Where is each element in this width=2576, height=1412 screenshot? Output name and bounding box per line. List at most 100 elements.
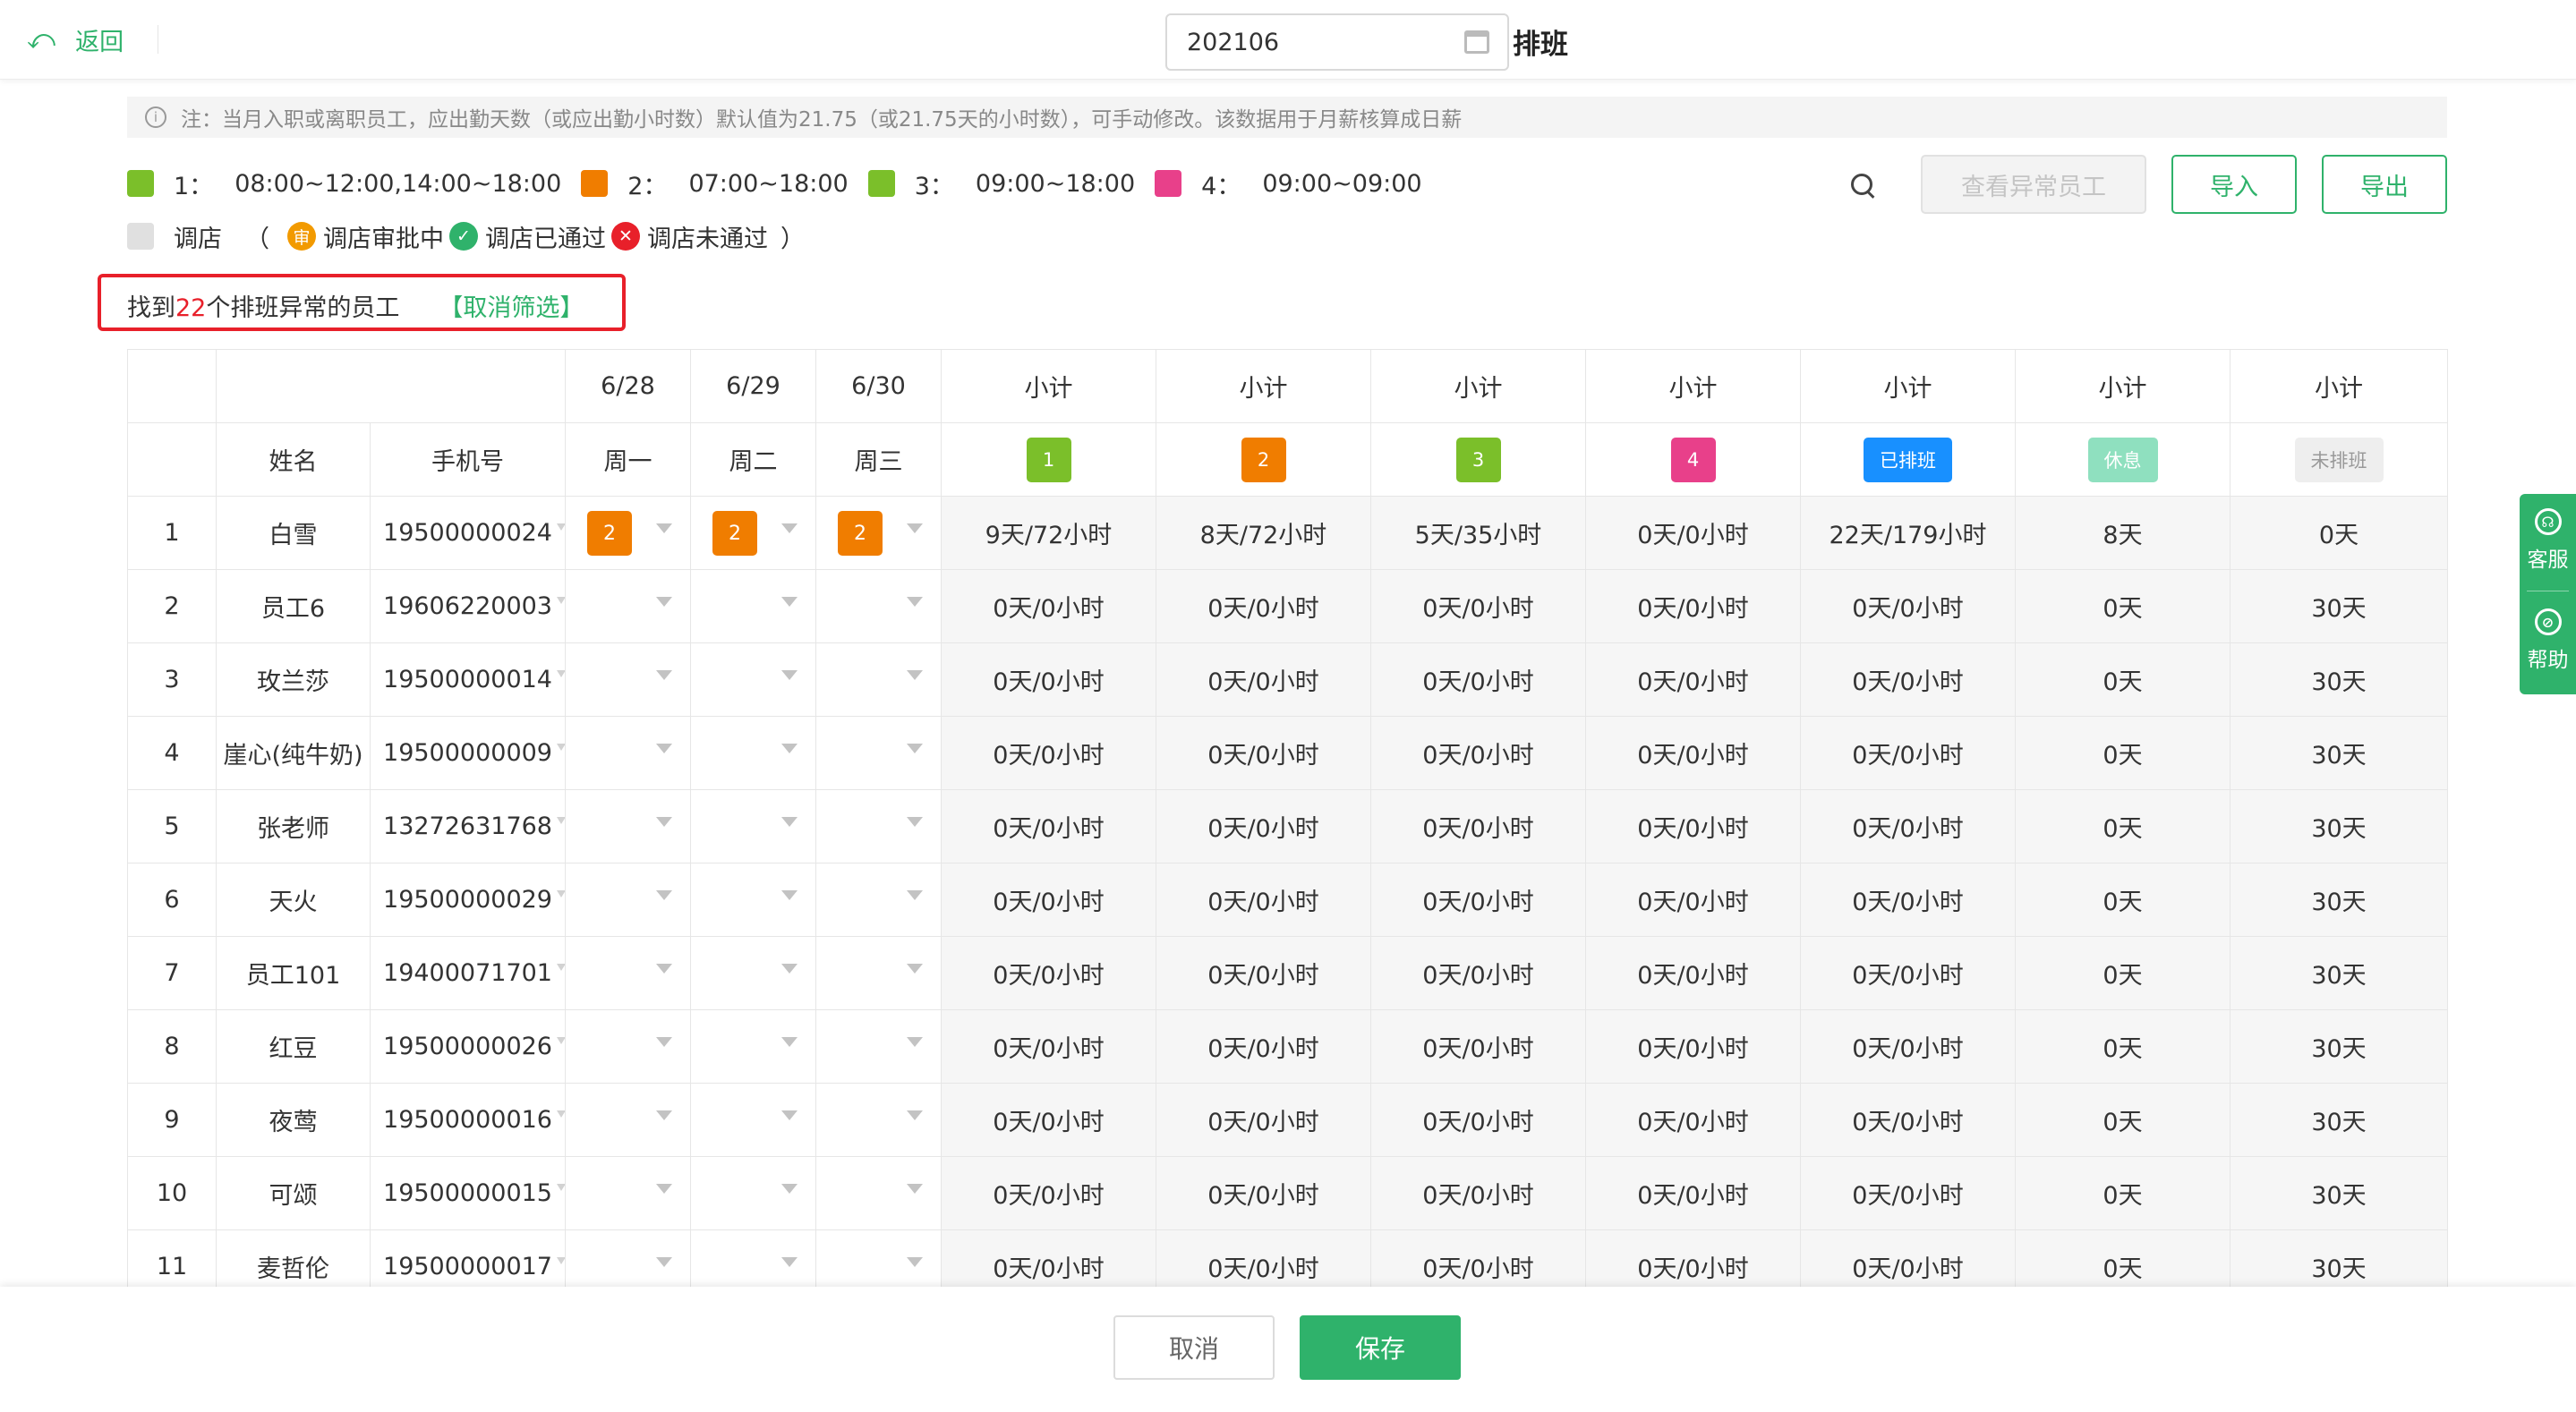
chevron-down-icon [907,817,923,827]
subtotal-shift-2: 0天/0小时 [1156,863,1371,937]
shift-dropdown[interactable]: 2 [565,496,691,570]
header-badge-cell: 已排班 [1800,422,2016,497]
table-row: 8 红豆 19500000026 0天/0小时 0天/0小时 0天/0小时 0天/0小时 0天… [127,1009,2448,1084]
subtotal-shift-2: 8天/72小时 [1156,496,1371,570]
row-number: 6 [127,863,217,937]
subtotal-shift-4: 0天/0小时 [1585,863,1801,937]
header-subtotal: 小计 [1585,349,1801,423]
subtotal-shift-2: 0天/0小时 [1156,1156,1371,1230]
legend-shift-time: 09:00~18:00 [975,169,1136,198]
shift-dropdown[interactable] [815,863,942,937]
shift-dropdown[interactable] [815,1156,942,1230]
shift-dropdown[interactable] [815,936,942,1010]
shift-badge[interactable]: 已排班 [1864,437,1952,482]
save-button[interactable]: 保存 [1300,1315,1461,1380]
shift-badge[interactable]: 4 [1670,437,1716,482]
subtotal-shift-2: 0天/0小时 [1156,642,1371,717]
chevron-down-icon [656,597,672,607]
legend-swatch [127,170,154,197]
subtotal-shift-3: 5天/35小时 [1370,496,1586,570]
export-button[interactable]: 导出 [2322,155,2447,214]
shift-dropdown[interactable] [565,716,691,790]
subtotal-unscheduled: 30天 [2230,569,2448,643]
caret-icon [557,1037,565,1044]
shift-dropdown[interactable] [690,716,816,790]
filter-prefix: 找到 [127,294,175,322]
shift-dropdown[interactable] [815,789,942,863]
shift-dropdown[interactable] [565,863,691,937]
shift-dropdown[interactable] [565,1156,691,1230]
view-abnormal-button[interactable]: 查看异常员工 [1921,155,2146,214]
row-number: 3 [127,642,217,717]
header-date: 6/28 [565,349,691,423]
subtotal-rest: 0天 [2015,863,2231,937]
shift-dropdown[interactable] [565,936,691,1010]
employee-name: 红豆 [216,1009,371,1084]
chevron-down-icon [907,523,923,533]
transfer-swatch [127,223,154,250]
shift-dropdown[interactable] [815,1083,942,1157]
shift-dropdown[interactable] [690,936,816,1010]
back-button[interactable]: ⤺ 返回 [27,23,124,56]
legend-shift-number: 3： [914,172,954,200]
shift-dropdown[interactable] [690,642,816,717]
cancel-button[interactable]: 取消 [1113,1315,1275,1380]
employee-phone: 19500000016 [370,1083,566,1157]
chevron-down-icon [907,1110,923,1120]
shift-badge[interactable]: 休息 [2087,437,2158,482]
shift-badge[interactable]: 2 [1241,437,1286,482]
chevron-down-icon [656,1257,672,1267]
subtotal-unscheduled: 30天 [2230,716,2448,790]
shift-badge[interactable]: 1 [1026,437,1071,482]
month-picker[interactable]: 202106 [1165,13,1509,71]
row-number: 10 [127,1156,217,1230]
shift-dropdown[interactable] [690,1083,816,1157]
shift-dropdown[interactable] [690,569,816,643]
subtotal-rest: 8天 [2015,496,2231,570]
help-button[interactable]: ⊘ 帮助 [2520,608,2576,673]
chevron-down-icon [656,670,672,680]
chevron-down-icon [656,1037,672,1047]
subtotal-rest: 0天 [2015,569,2231,643]
subtotal-shift-2: 0天/0小时 [1156,1009,1371,1084]
shift-dropdown[interactable] [565,642,691,717]
chevron-down-icon [656,523,672,533]
chevron-down-icon [907,964,923,974]
shift-badge[interactable]: 未排班 [2294,437,2384,482]
chevron-down-icon [781,964,798,974]
shift-dropdown[interactable]: 2 [690,496,816,570]
shift-dropdown[interactable] [815,1009,942,1084]
legend-shift-2: 2： 07:00~18:00 [581,166,849,201]
shift-dropdown[interactable] [690,1009,816,1084]
shift-dropdown[interactable]: 2 [815,496,942,570]
shift-dropdown[interactable] [815,642,942,717]
header-subtotal: 小计 [1370,349,1586,423]
shift-dropdown[interactable] [565,1083,691,1157]
import-button[interactable]: 导入 [2171,155,2297,214]
filter-count: 22 [175,294,207,322]
subtotal-scheduled: 0天/0小时 [1800,1009,2016,1084]
header-badge-cell: 2 [1156,422,1371,497]
search-icon[interactable] [1851,174,1875,199]
shift-dropdown[interactable] [565,1009,691,1084]
shift-dropdown[interactable] [565,789,691,863]
table-row: 4 崖心(纯牛奶) 19500000009 0天/0小时 0天/0小时 0天/0小时 0天/… [127,716,2448,790]
shift-badge[interactable]: 3 [1455,437,1501,482]
legend-swatch [867,170,895,197]
rejected-label: 调店未通过 [647,225,768,253]
cancel-filter-link[interactable]: 【取消筛选】 [439,294,584,322]
back-label: 返回 [75,28,124,56]
shift-dropdown[interactable] [815,569,942,643]
service-button[interactable]: ☊ 客服 [2520,508,2576,573]
header-weekday: 周二 [690,422,816,497]
caret-icon [557,1184,565,1191]
subtotal-rest: 0天 [2015,936,2231,1010]
shift-dropdown[interactable] [690,789,816,863]
table-row: 1 白雪 19500000024 2 2 2 9天/72小时 8天/72小时 5天/35小时 0天… [127,496,2448,570]
caret-icon [557,744,565,751]
shift-dropdown[interactable] [815,716,942,790]
header-badge-cell: 休息 [2015,422,2231,497]
shift-dropdown[interactable] [690,863,816,937]
shift-dropdown[interactable] [565,569,691,643]
shift-dropdown[interactable] [690,1156,816,1230]
